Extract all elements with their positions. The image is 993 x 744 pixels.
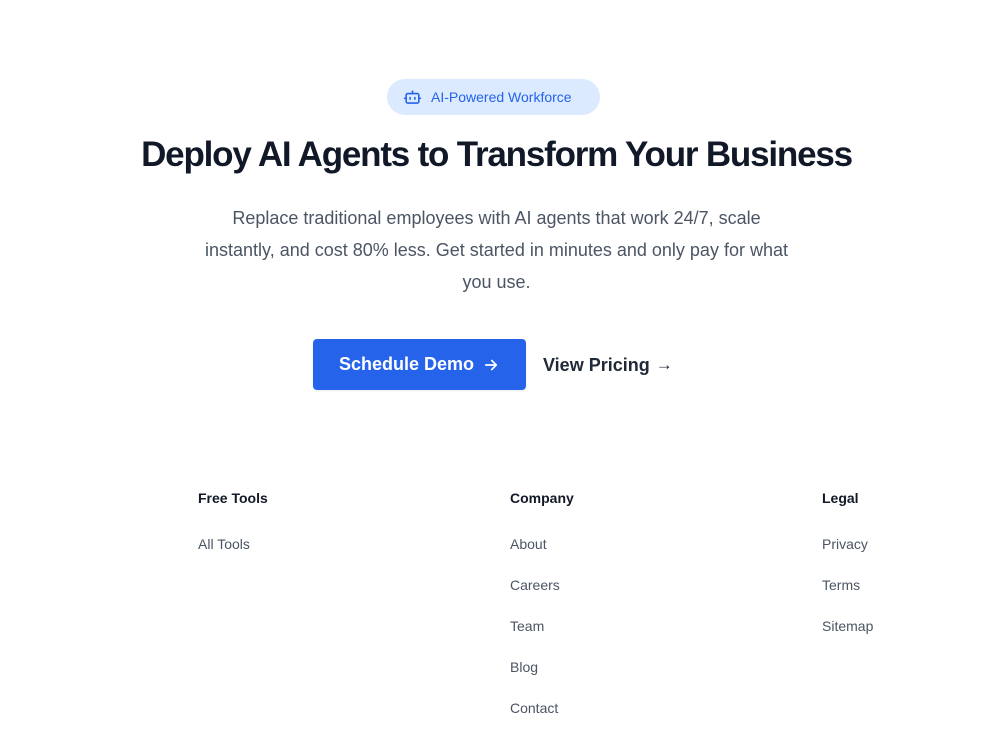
footer-link-list: All Tools: [198, 535, 268, 554]
footer-link-careers[interactable]: Careers: [510, 576, 574, 595]
arrow-right-icon: →: [655, 355, 673, 374]
view-pricing-label: View Pricing: [543, 354, 650, 375]
footer-link-contact[interactable]: Contact: [510, 699, 574, 718]
footer-column-title: Company: [510, 490, 574, 506]
footer-column-title: Free Tools: [198, 490, 268, 506]
schedule-demo-label: Schedule Demo: [338, 354, 475, 374]
footer-column-title: Legal: [822, 490, 859, 506]
footer-column-free-tools: Free Tools All Tools: [198, 487, 268, 576]
footer-link-terms[interactable]: Terms: [822, 576, 873, 595]
footer-link-list: About Careers Team Blog Contact: [510, 535, 574, 718]
robot-icon: [403, 88, 422, 107]
footer-link-privacy[interactable]: Privacy: [822, 535, 873, 554]
footer-column-company: Company About Careers Team Blog Contact: [510, 487, 574, 740]
ai-workforce-badge: AI-Powered Workforce: [387, 79, 600, 115]
arrow-right-icon: [482, 356, 500, 374]
footer-link-list: Privacy Terms Sitemap: [822, 535, 873, 636]
footer-link-about[interactable]: About: [510, 535, 574, 554]
footer-link-blog[interactable]: Blog: [510, 658, 574, 677]
footer-column-legal: Legal Privacy Terms Sitemap: [822, 487, 873, 658]
footer-link-all-tools[interactable]: All Tools: [198, 535, 268, 554]
schedule-demo-button[interactable]: Schedule Demo: [313, 339, 526, 390]
footer-link-team[interactable]: Team: [510, 617, 574, 636]
footer-link-sitemap[interactable]: Sitemap: [822, 617, 873, 636]
view-pricing-link[interactable]: View Pricing →: [543, 351, 673, 379]
badge-label: AI-Powered Workforce: [431, 89, 572, 105]
hero-subtext: Replace traditional employees with AI ag…: [205, 208, 788, 292]
hero-headline: Deploy AI Agents to Transform Your Busin…: [141, 135, 853, 174]
